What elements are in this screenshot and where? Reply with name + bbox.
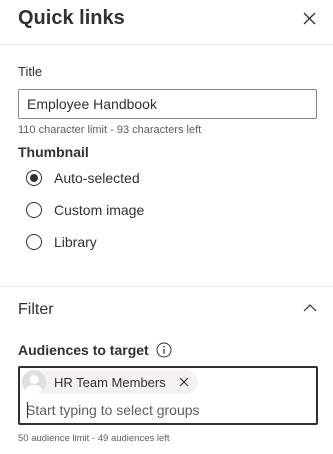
radio-library[interactable]: Library xyxy=(26,234,97,250)
audiences-label: Audiences to target xyxy=(18,342,149,358)
panel-title: Quick links xyxy=(18,7,125,29)
audience-chip[interactable]: HR Team Members xyxy=(22,370,198,394)
text-caret xyxy=(27,402,28,418)
radio-checked-icon xyxy=(26,170,42,186)
chip-remove-button[interactable] xyxy=(178,376,190,388)
thumbnail-label: Thumbnail xyxy=(18,144,89,160)
radio-unchecked-icon xyxy=(26,234,42,250)
info-icon[interactable] xyxy=(156,342,172,358)
close-icon xyxy=(179,377,189,387)
radio-custom-image[interactable]: Custom image xyxy=(26,202,144,218)
audience-limit-hint: 50 audience limit - 49 audiences left xyxy=(18,433,170,444)
panel-header: Quick links xyxy=(0,0,333,45)
person-avatar-icon xyxy=(22,370,46,394)
radio-label-custom-image: Custom image xyxy=(54,202,145,218)
chevron-up-icon xyxy=(303,304,317,312)
audience-chip-label: HR Team Members xyxy=(54,374,166,390)
title-character-hint: 110 character limit - 93 characters left xyxy=(18,124,202,136)
filter-title: Filter xyxy=(18,301,54,318)
radio-label-library: Library xyxy=(54,234,97,250)
quick-links-panel: Quick links Title 110 character limit - … xyxy=(0,0,333,454)
title-label: Title xyxy=(18,64,43,79)
close-button[interactable] xyxy=(297,6,321,30)
radio-unchecked-icon xyxy=(26,202,42,218)
filter-section-header[interactable]: Filter xyxy=(0,287,333,331)
audience-search-input[interactable] xyxy=(26,400,306,420)
radio-auto-selected[interactable]: Auto-selected xyxy=(26,170,140,186)
audience-picker[interactable]: HR Team Members xyxy=(18,366,318,425)
close-icon xyxy=(303,12,315,24)
title-input[interactable] xyxy=(18,89,317,119)
radio-label-auto-selected: Auto-selected xyxy=(54,170,140,186)
audiences-label-row: Audiences to target xyxy=(18,342,172,358)
